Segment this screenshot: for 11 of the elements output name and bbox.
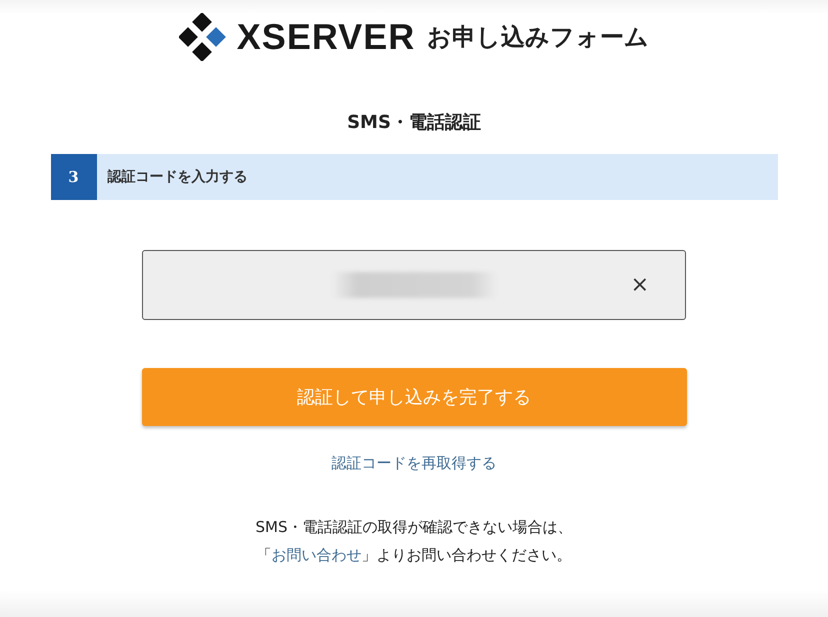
step-number: 3 — [50, 154, 96, 200]
page-title: SMS・電話認証 — [347, 111, 481, 134]
resend-code-link[interactable]: 認証コードを再取得する — [332, 454, 496, 473]
contact-link[interactable]: お問い合わせ — [272, 546, 362, 564]
clear-button[interactable]: × — [626, 272, 653, 298]
notice-text: SMS・電話認証の取得が確認できない場合は、 「お問い合わせ」よりお問い合わせください。 — [256, 517, 572, 566]
form-subtitle: お申し込みフォーム — [427, 22, 650, 53]
brand-name: XSERVER — [236, 16, 416, 58]
code-input-field[interactable]: × — [142, 250, 686, 320]
logo-icon — [178, 13, 227, 61]
step-label: 認証コードを入力する — [108, 168, 248, 186]
